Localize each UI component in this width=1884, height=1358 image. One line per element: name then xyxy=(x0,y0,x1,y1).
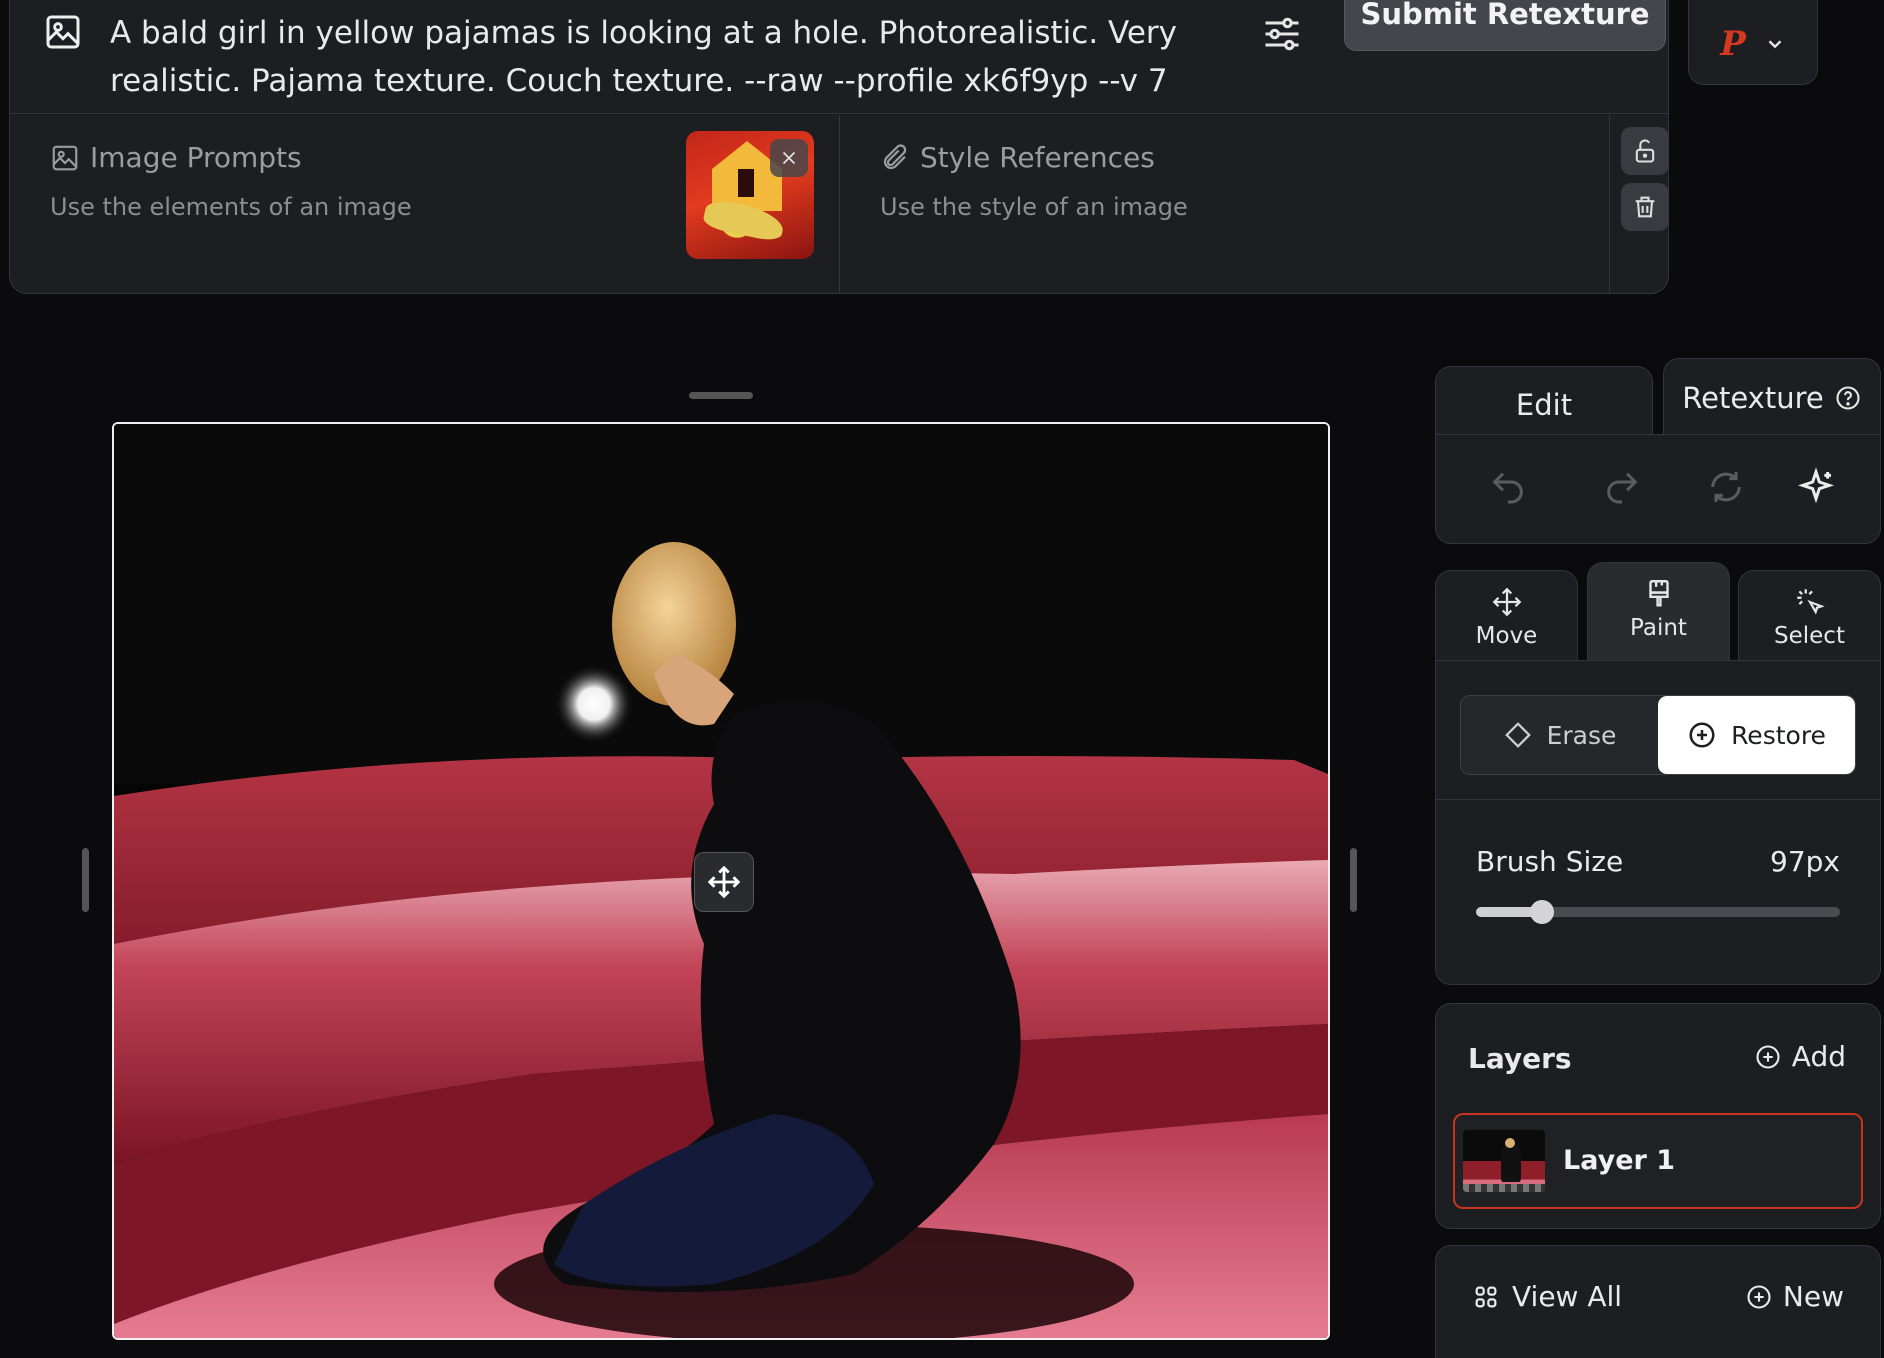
unlock-button[interactable] xyxy=(1621,127,1669,175)
sparkle-icon[interactable] xyxy=(1796,467,1836,507)
layer-item[interactable]: Layer 1 xyxy=(1453,1113,1863,1209)
canvas-left-resize-handle[interactable] xyxy=(82,848,89,912)
layer-thumbnail xyxy=(1463,1130,1545,1192)
profile-menu-button[interactable]: P xyxy=(1688,0,1818,85)
remove-image-prompt-button[interactable] xyxy=(770,139,808,177)
image-canvas[interactable] xyxy=(112,422,1330,1340)
move-arrows-icon xyxy=(705,863,743,901)
layers-panel: Layers Add Layer 1 xyxy=(1435,1003,1881,1229)
layer-name: Layer 1 xyxy=(1563,1145,1676,1176)
tool-tab-move[interactable]: Move xyxy=(1435,570,1578,662)
grid-icon xyxy=(1472,1283,1500,1311)
add-layer-button[interactable]: Add xyxy=(1754,1040,1846,1073)
tool-tab-select-label: Select xyxy=(1774,623,1845,649)
paintbrush-icon xyxy=(1642,577,1676,611)
layers-title: Layers xyxy=(1468,1042,1572,1075)
brush-size-value: 97px xyxy=(1770,845,1840,878)
plus-circle-icon xyxy=(1754,1043,1782,1071)
history-toolbar xyxy=(1435,434,1881,544)
erase-button[interactable]: Erase xyxy=(1461,696,1658,774)
new-label: New xyxy=(1782,1280,1844,1313)
help-icon[interactable] xyxy=(1834,384,1862,412)
undo-icon[interactable] xyxy=(1488,467,1528,507)
new-button[interactable]: New xyxy=(1745,1280,1844,1313)
image-icon[interactable] xyxy=(43,12,83,52)
redo-icon[interactable] xyxy=(1602,467,1642,507)
tab-retexture[interactable]: Retexture xyxy=(1663,358,1881,436)
style-references-subtitle: Use the style of an image xyxy=(880,193,1188,221)
profile-logo: P xyxy=(1720,23,1746,64)
settings-sliders-icon[interactable] xyxy=(1260,12,1304,56)
brush-size-label: Brush Size xyxy=(1476,845,1624,878)
submit-retexture-button[interactable]: Submit Retexture xyxy=(1344,0,1666,51)
image-prompts-heading: Image Prompts xyxy=(50,141,302,174)
plus-circle-icon xyxy=(1687,720,1717,750)
image-prompts-title: Image Prompts xyxy=(90,141,302,174)
restore-label: Restore xyxy=(1731,720,1826,750)
style-references-section[interactable]: Style References Use the style of an ima… xyxy=(840,115,1610,293)
reset-icon[interactable] xyxy=(1706,467,1746,507)
trash-icon xyxy=(1631,193,1659,221)
unlock-icon xyxy=(1631,137,1659,165)
eraser-icon xyxy=(1503,720,1533,750)
style-references-title: Style References xyxy=(920,141,1155,174)
view-all-label: View All xyxy=(1512,1280,1623,1313)
image-prompts-subtitle: Use the elements of an image xyxy=(50,193,412,221)
tab-edit[interactable]: Edit xyxy=(1435,366,1653,444)
tool-tab-select[interactable]: Select xyxy=(1738,570,1881,662)
tool-tab-move-label: Move xyxy=(1475,623,1538,649)
paperclip-icon xyxy=(880,143,910,173)
tool-tab-paint[interactable]: Paint xyxy=(1587,562,1730,662)
brush-size-slider-thumb[interactable] xyxy=(1529,900,1554,924)
prompt-panel: A bald girl in yellow pajamas is looking… xyxy=(9,0,1669,294)
gallery-panel: View All New xyxy=(1435,1245,1881,1358)
prompt-textarea[interactable]: A bald girl in yellow pajamas is looking… xyxy=(110,9,1240,105)
canvas-top-drag-handle[interactable] xyxy=(689,392,753,399)
add-layer-label: Add xyxy=(1791,1040,1846,1073)
paint-options-panel: Erase Restore Brush Size 97px xyxy=(1435,660,1881,985)
erase-label: Erase xyxy=(1546,720,1617,750)
reference-side-tools xyxy=(1610,115,1670,293)
chevron-down-icon xyxy=(1764,33,1786,55)
tab-retexture-label: Retexture xyxy=(1682,380,1824,415)
close-icon xyxy=(778,147,800,169)
plus-circle-icon xyxy=(1745,1283,1773,1311)
image-prompt-thumbnail[interactable] xyxy=(686,131,814,259)
divider xyxy=(1436,799,1880,800)
tool-tab-paint-label: Paint xyxy=(1630,615,1687,641)
image-prompts-section[interactable]: Image Prompts Use the elements of an ima… xyxy=(10,115,840,293)
restore-button[interactable]: Restore xyxy=(1658,696,1855,774)
magic-select-icon xyxy=(1793,585,1827,619)
delete-references-button[interactable] xyxy=(1621,183,1669,231)
brush-size-slider[interactable] xyxy=(1476,900,1840,924)
view-all-button[interactable]: View All xyxy=(1472,1280,1622,1313)
erase-restore-toggle: Erase Restore xyxy=(1460,695,1856,775)
style-references-heading: Style References xyxy=(880,141,1155,174)
move-handle-button[interactable] xyxy=(694,852,754,912)
reference-row: Image Prompts Use the elements of an ima… xyxy=(10,115,1670,293)
canvas-right-resize-handle[interactable] xyxy=(1350,848,1357,912)
move-icon xyxy=(1490,585,1524,619)
image-prompt-icon xyxy=(50,143,80,173)
